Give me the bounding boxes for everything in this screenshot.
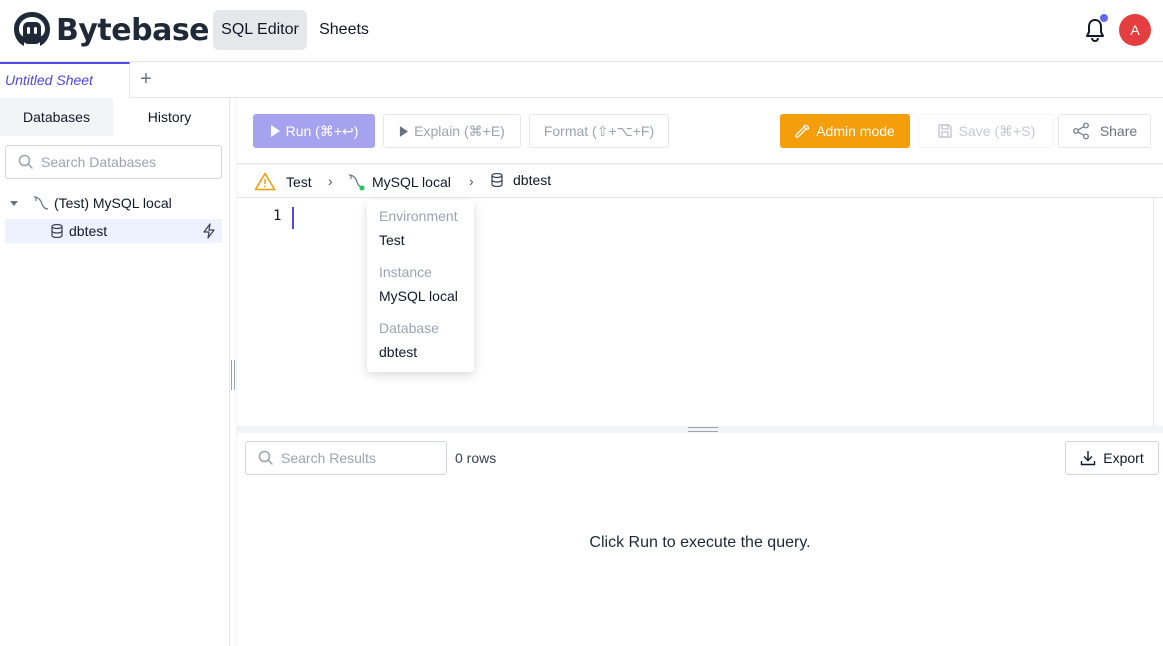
brand-logo[interactable]: Bytebase [12, 10, 210, 50]
breadcrumb-environment[interactable]: Test [254, 172, 312, 191]
sheet-tab-bar: Untitled Sheet + [0, 62, 1163, 98]
line-number: 1 [273, 208, 282, 224]
download-icon [1081, 451, 1096, 466]
database-icon [491, 173, 503, 187]
tree-database-label: dbtest [69, 223, 108, 239]
tree-instance-label: (Test) MySQL local [54, 195, 172, 211]
database-icon [51, 224, 63, 238]
editor-scrollbar[interactable] [1153, 198, 1163, 426]
popover-database-value: dbtest [379, 344, 418, 360]
nav-sql-editor[interactable]: SQL Editor [213, 10, 307, 50]
breadcrumb-instance[interactable]: MySQL local [347, 172, 451, 192]
editor-results-split-handle[interactable] [688, 427, 718, 432]
breadcrumb-instance-label: MySQL local [372, 174, 451, 190]
breadcrumb-database[interactable]: dbtest [491, 172, 551, 188]
save-label: Save (⌘+S) [958, 122, 1036, 139]
nav-sheets[interactable]: Sheets [311, 10, 377, 50]
sidebar-resize-handle[interactable] [231, 360, 235, 390]
run-label: Run (⌘+↩) [285, 122, 359, 139]
admin-mode-label: Admin mode [816, 123, 895, 139]
add-sheet-button[interactable]: + [136, 68, 156, 90]
search-results-placeholder: Search Results [281, 450, 376, 466]
share-button[interactable]: Share [1058, 114, 1151, 148]
explain-label: Explain (⌘+E) [414, 122, 505, 139]
popover-database-label: Database [379, 320, 439, 336]
lightning-icon[interactable] [202, 223, 216, 239]
connection-info-popover: Environment Test Instance MySQL local Da… [367, 200, 474, 372]
tab-history[interactable]: History [113, 98, 226, 136]
mysql-icon [348, 174, 365, 191]
empty-results-message: Click Run to execute the query. [589, 534, 811, 551]
share-label: Share [1099, 123, 1138, 139]
connection-breadcrumb: Test › MySQL local › dbtest [237, 165, 1163, 198]
popover-instance-value: MySQL local [379, 288, 458, 304]
avatar[interactable]: A [1119, 14, 1151, 46]
breadcrumb-environment-label: Test [286, 173, 312, 190]
share-icon [1072, 122, 1089, 140]
format-button[interactable]: Format (⇧+⌥+F) [529, 114, 669, 148]
mysql-icon [33, 196, 49, 210]
search-results-input[interactable]: Search Results [245, 441, 447, 475]
tree-instance-item[interactable]: (Test) MySQL local [10, 192, 172, 214]
search-databases-placeholder: Search Databases [41, 154, 157, 170]
search-icon [258, 450, 274, 466]
save-icon [937, 124, 952, 138]
sidebar: Databases History Search Databases (Test… [0, 98, 230, 646]
export-label: Export [1103, 450, 1144, 466]
tab-databases[interactable]: Databases [0, 98, 113, 136]
export-button[interactable]: Export [1065, 441, 1159, 475]
notification-badge [1099, 13, 1109, 23]
explain-button[interactable]: Explain (⌘+E) [383, 114, 521, 148]
run-button[interactable]: Run (⌘+↩) [253, 114, 375, 148]
editor-toolbar: Run (⌘+↩) Explain (⌘+E) Format (⇧+⌥+F) A… [237, 98, 1163, 164]
breadcrumb-database-label: dbtest [513, 172, 552, 188]
rows-count: 0 rows [455, 450, 497, 466]
chevron-down-icon[interactable] [10, 200, 18, 206]
popover-environment-value: Test [379, 232, 405, 248]
play-icon [400, 125, 409, 137]
sidebar-tabs: Databases History [0, 98, 226, 136]
play-icon [270, 125, 280, 137]
popover-environment-label: Environment [379, 208, 458, 224]
brand-name: Bytebase [56, 12, 210, 48]
wrench-icon [795, 124, 810, 138]
save-button[interactable]: Save (⌘+S) [918, 114, 1054, 148]
popover-instance-label: Instance [379, 264, 432, 280]
top-bar: Bytebase SQL Editor Sheets A [0, 0, 1163, 62]
search-icon [18, 154, 34, 170]
breadcrumb-separator: › [469, 173, 474, 189]
search-databases-input[interactable]: Search Databases [5, 145, 222, 179]
bytebase-logo-icon [14, 12, 50, 46]
sheet-tab-untitled[interactable]: Untitled Sheet [0, 62, 130, 98]
admin-mode-button[interactable]: Admin mode [780, 114, 910, 148]
tree-database-item[interactable]: dbtest [5, 219, 222, 243]
breadcrumb-separator: › [328, 173, 333, 189]
warning-icon [254, 172, 276, 191]
text-cursor [292, 207, 294, 229]
